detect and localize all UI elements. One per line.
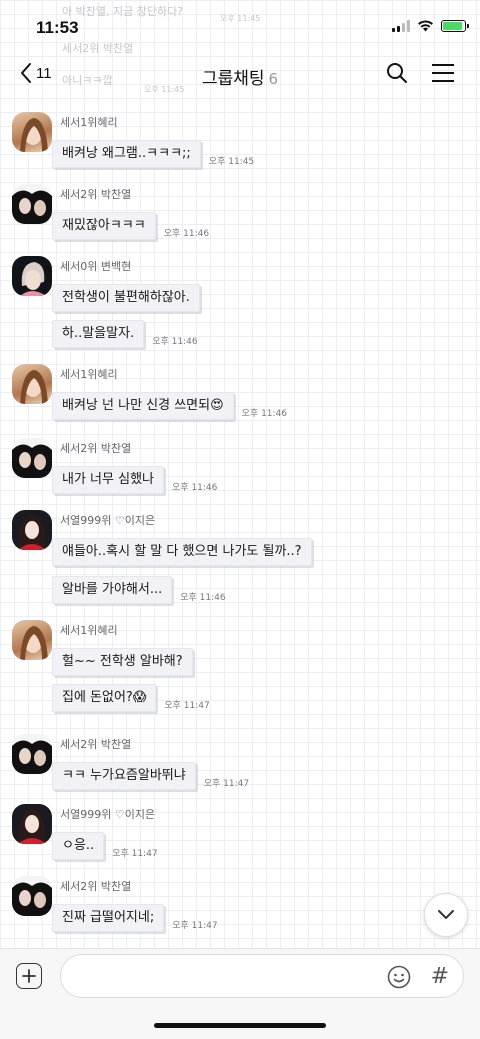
message-bubble[interactable]: ㅋㅋ 누가요즘알바뛰냐 [52,762,196,790]
home-indicator [154,1023,326,1028]
message-time: 오후 11:46 [180,593,226,603]
ghost-time: 오후 11:45 [220,14,261,23]
hashtag-button[interactable]: # [431,964,449,989]
message-bubble[interactable]: 배켜낭 넌 나만 신경 쓰면되😍 [52,392,234,420]
sender-name: 세서2위 박찬열 [60,880,132,893]
avatar-image [12,444,52,478]
avatar-hyeri[interactable] [12,364,52,404]
message-bubble[interactable]: 진짜 급떨어지네; [52,904,165,932]
attach-button[interactable] [16,963,42,989]
avatar-image [18,809,46,844]
avatar-chanyeol[interactable] [12,438,52,478]
message-time: 오후 11:47 [112,849,158,859]
chevron-down-icon [438,910,454,919]
battery-icon [441,20,469,32]
plus-icon [22,969,36,983]
message-bubble[interactable]: 알바를 가야해서... [52,576,173,604]
message-field[interactable]: # [60,954,464,998]
sender-name: 서열999위 ♡이지은 [60,514,156,527]
avatar-image [12,740,52,774]
message-bubble[interactable]: 집에 돈없어?😱 [52,684,157,712]
ghost-text-line: 아 박찬열, 지금 창단하다? [62,5,184,18]
avatar-jieun[interactable] [12,804,52,844]
sender-name: 세서1위혜리 [60,368,118,381]
sender-name: 세서1위혜리 [60,116,118,129]
sender-name: 세서0위 변백현 [60,260,132,273]
message-input[interactable] [77,965,381,989]
cell-signal-icon [392,20,410,32]
message-time: 오후 11:46 [172,483,218,493]
message-bubble[interactable]: 배켜낭 왜그램..ㅋㅋㅋ;; [52,140,201,168]
avatar-hyeri[interactable] [12,112,52,152]
status-bar: 아 박찬열, 지금 창단하다? 오후 11:45 11:53 [0,0,480,44]
message-time: 오후 11:45 [208,157,255,167]
message-time: 오후 11:47 [172,921,218,931]
clock: 11:53 [36,18,79,37]
avatar-image [12,882,52,916]
avatar-chanyeol[interactable] [12,876,52,916]
avatar-image [20,118,48,152]
avatar-chanyeol[interactable] [12,734,52,774]
sender-name: 서열999위 ♡이지은 [60,808,156,821]
search-button[interactable] [386,62,408,88]
message-bubble[interactable]: 내가 너무 심했나 [52,466,164,494]
sender-name: 세서1위혜리 [60,624,118,637]
emoji-icon [387,965,411,989]
message-bubble[interactable]: 하..말을말자. [52,320,145,348]
emoji-button[interactable] [387,965,411,993]
message-input-bar: # [0,948,480,1039]
avatar-image [20,370,48,404]
message-time: 오후 11:46 [152,337,198,347]
status-icons [392,20,469,32]
message-bubble[interactable]: 재밌잖아ㅋㅋㅋ [52,212,156,240]
sender-name: 세서2위 박찬열 [60,442,132,455]
chat-title-text: 그룹채팅 [201,69,265,89]
message-time: 오후 11:47 [203,779,250,789]
chat-header: 세서2위 박찬열 아니ㅋㅋ깝 오후 11:45 11 그룹채팅 6 [0,42,480,108]
ghost-sender-line: 세서2위 박찬열 [62,42,134,55]
menu-icon [432,64,454,82]
avatar-image [18,515,46,550]
member-count: 6 [268,70,279,88]
sender-name: 세서2위 박찬열 [60,738,132,751]
avatar-baekhyun[interactable] [12,256,52,296]
scroll-to-bottom-button[interactable] [424,893,468,937]
message-bubble[interactable]: 헐~~ 전학생 알바해? [52,648,193,676]
message-bubble[interactable]: 얘들아..혹시 할 말 다 했으면 나가도 될까..? [52,538,312,566]
message-list[interactable]: 세서1위혜리 배켜낭 왜그램..ㅋㅋㅋ;; 오후 11:45 세서2위 박찬열 … [0,108,480,948]
avatar-hyeri[interactable] [12,620,52,660]
message-time: 오후 11:46 [241,409,288,419]
search-icon [387,63,407,83]
menu-button[interactable] [431,62,455,88]
message-bubble[interactable]: 전학생이 불편해하잖아. [52,284,200,312]
message-time: 오후 11:47 [164,701,210,711]
avatar-image [20,626,48,660]
message-bubble[interactable]: ㅇ응.. [52,832,105,860]
sender-name: 세서2위 박찬열 [60,188,132,201]
wifi-icon [418,20,433,32]
avatar-chanyeol[interactable] [12,184,52,224]
avatar-image [12,190,52,224]
message-time: 오후 11:46 [163,229,210,239]
avatar-image [20,262,46,296]
avatar-jieun[interactable] [12,510,52,550]
chat-title: 그룹채팅 6 [0,64,480,89]
